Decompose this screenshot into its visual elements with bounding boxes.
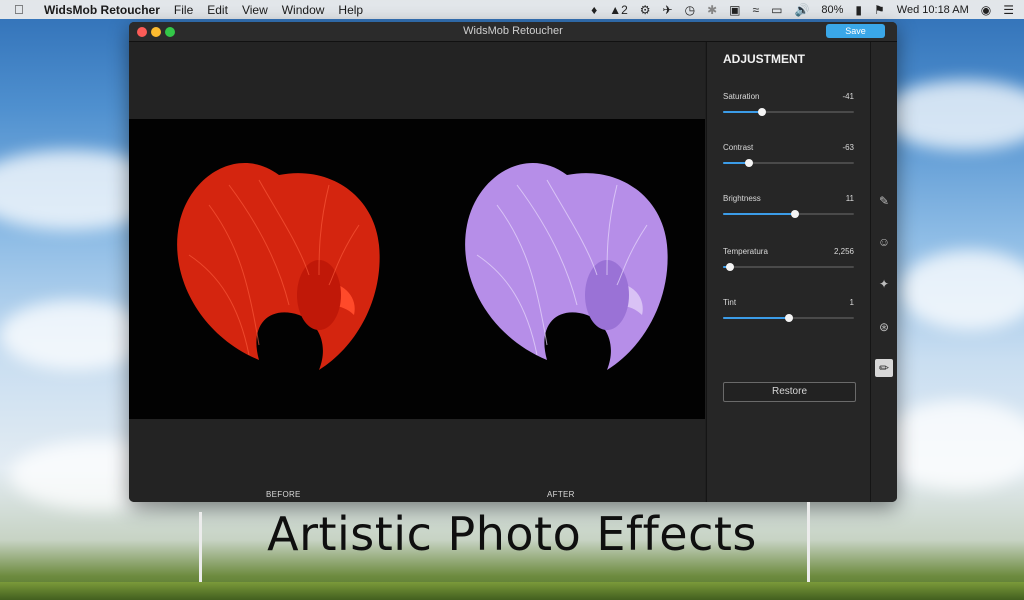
compare-canvas: BEFORE AFTER (129, 42, 705, 502)
slider-value: 11 (845, 194, 854, 203)
face-icon[interactable]: ☺ (875, 233, 893, 251)
after-label: AFTER (547, 490, 575, 499)
menu-edit[interactable]: Edit (207, 3, 228, 17)
slider-label: Contrast (723, 143, 754, 152)
grass-field (0, 582, 1024, 600)
brightness-slider-row: Brightness 11 (723, 194, 854, 224)
cloud (900, 250, 1024, 330)
battery-icon[interactable]: ▮ (855, 3, 862, 17)
tool-sidebar: ✎ ☺ ✦ ⊛ ✏ (870, 42, 897, 502)
panel-title: ADJUSTMENT (723, 52, 806, 66)
saturation-slider-row: Saturation -41 (723, 92, 854, 122)
save-button[interactable]: Save (826, 24, 885, 38)
menu-bar:  WidsMob Retoucher File Edit View Windo… (0, 0, 1024, 19)
slider-value: -41 (842, 92, 854, 101)
apple-menu-icon[interactable]:  (14, 2, 28, 17)
slider-value: 2,256 (833, 247, 854, 256)
temperature-slider[interactable] (723, 263, 854, 271)
app-menu[interactable]: WidsMob Retoucher (44, 3, 160, 17)
adjustment-panel: ADJUSTMENT Saturation -41 Contrast -63 B… (706, 42, 870, 502)
contrast-slider-row: Contrast -63 (723, 143, 854, 173)
slider-label: Temperatura (723, 247, 768, 256)
brush-icon[interactable]: ✎ (875, 192, 893, 210)
pencil-icon[interactable]: ✏ (875, 359, 893, 377)
menu-file[interactable]: File (174, 3, 193, 17)
time-machine-icon[interactable]: ◷ (685, 3, 695, 17)
after-image (465, 163, 668, 370)
menu-list-icon[interactable]: ☰ (1003, 3, 1014, 17)
cloud (0, 300, 150, 370)
flag-icon[interactable]: ⚑ (874, 3, 885, 17)
tint-slider[interactable] (723, 314, 854, 322)
slider-knob[interactable] (745, 159, 754, 167)
tint-slider-row: Tint 1 (723, 298, 854, 328)
before-image (177, 163, 380, 370)
restore-button[interactable]: Restore (723, 382, 856, 402)
cloud (880, 400, 1024, 490)
saturation-slider[interactable] (723, 108, 854, 116)
slider-knob[interactable] (791, 210, 800, 218)
clock[interactable]: Wed 10:18 AM (897, 4, 969, 16)
status-area: ♦ ▲2 ⚙ ✈ ◷ ✱ ▣ ≈ ▭ 🔊 80% ▮ ⚑ Wed 10:18 A… (591, 0, 1014, 19)
battery-percent: 80% (821, 3, 844, 16)
badge-count: 2 (621, 2, 628, 17)
slider-label: Saturation (723, 92, 760, 101)
window-title: WidsMob Retoucher (463, 25, 563, 37)
before-label: BEFORE (266, 490, 301, 499)
slider-knob[interactable] (725, 263, 734, 271)
volume-icon[interactable]: 🔊 (794, 3, 809, 17)
menu-view[interactable]: View (242, 3, 268, 17)
brightness-slider[interactable] (723, 210, 854, 218)
slider-knob[interactable] (784, 314, 793, 322)
cloud (880, 80, 1024, 150)
display-icon[interactable]: ▣ (729, 3, 740, 17)
bluetooth-icon[interactable]: ✱ (707, 3, 717, 17)
contrast-slider[interactable] (723, 159, 854, 167)
slider-label: Tint (723, 298, 737, 307)
spray-icon[interactable]: ✦ (875, 275, 893, 293)
slider-value: -63 (842, 143, 854, 152)
temperature-slider-row: Temperatura 2,256 (723, 247, 854, 277)
airplane-icon[interactable]: ✈ (663, 3, 673, 17)
app-window: WidsMob Retoucher Save BEFORE AFTER ADJU… (129, 22, 897, 502)
promo-caption: Artistic Photo Effects (267, 507, 757, 561)
slider-knob[interactable] (758, 108, 767, 116)
wifi-icon[interactable]: ≈ (753, 3, 760, 17)
user-icon[interactable]: ◉ (981, 3, 991, 17)
slider-value: 1 (849, 298, 854, 307)
adobe-icon[interactable]: ▲2 (609, 3, 628, 17)
color-circles-icon[interactable]: ⊛ (875, 318, 893, 336)
slider-label: Brightness (723, 194, 761, 203)
menu-window[interactable]: Window (282, 3, 325, 17)
photo-strip (129, 119, 705, 419)
airplay-icon[interactable]: ▭ (771, 3, 782, 17)
settings-icon[interactable]: ⚙ (640, 3, 651, 17)
evernote-icon[interactable]: ♦ (591, 3, 597, 17)
menu-help[interactable]: Help (338, 3, 363, 17)
title-bar: WidsMob Retoucher Save (129, 22, 897, 42)
